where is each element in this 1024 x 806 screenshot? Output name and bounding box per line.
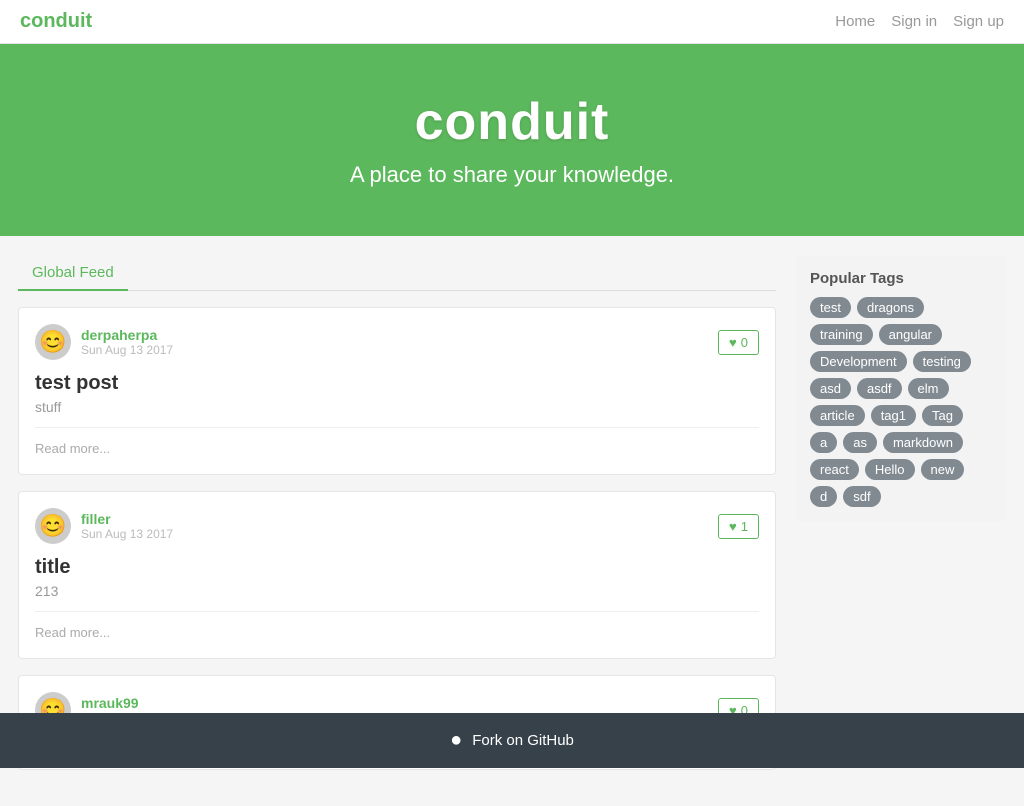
heart-icon: ♥ xyxy=(729,335,737,350)
article-title: test post xyxy=(35,372,759,395)
tag-pill[interactable]: training xyxy=(810,324,873,345)
tag-pill[interactable]: as xyxy=(843,432,877,453)
tag-pill[interactable]: markdown xyxy=(883,432,963,453)
read-more-link[interactable]: Read more... xyxy=(35,441,110,456)
like-button[interactable]: ♥ 1 xyxy=(718,514,759,539)
github-icon: ● xyxy=(450,729,462,752)
article-header: 😊 filler Sun Aug 13 2017 ♥ 1 xyxy=(35,508,759,544)
articles-container: 😊 derpaherpa Sun Aug 13 2017 ♥ 0 test po… xyxy=(18,307,776,770)
sidebar: Popular Tags test dragons training angular D… xyxy=(796,256,1006,786)
tag-pill[interactable]: a xyxy=(810,432,837,453)
avatar: 😊 xyxy=(35,324,71,360)
popular-tags-box: Popular Tags test dragons training angular D… xyxy=(796,256,1006,521)
tag-pill[interactable]: react xyxy=(810,459,859,480)
article-divider xyxy=(35,611,759,612)
tag-pill[interactable]: asd xyxy=(810,378,851,399)
navbar-brand[interactable]: conduit xyxy=(20,10,92,33)
popular-tags-title: Popular Tags xyxy=(810,270,992,287)
like-count: 1 xyxy=(741,519,748,534)
navbar-links: Home Sign in Sign up xyxy=(835,13,1004,31)
article-preview: 213 xyxy=(35,583,759,599)
tag-pill[interactable]: article xyxy=(810,405,865,426)
footer-label[interactable]: Fork on GitHub xyxy=(472,732,574,749)
tag-pill[interactable]: Tag xyxy=(922,405,963,426)
article-author-info: 😊 derpaherpa Sun Aug 13 2017 xyxy=(35,324,173,360)
article-header: 😊 derpaherpa Sun Aug 13 2017 ♥ 0 xyxy=(35,324,759,360)
article-card: 😊 derpaherpa Sun Aug 13 2017 ♥ 0 test po… xyxy=(18,307,776,475)
avatar: 😊 xyxy=(35,508,71,544)
navbar-link-sign-up[interactable]: Sign up xyxy=(953,13,1004,30)
read-more-link[interactable]: Read more... xyxy=(35,625,110,640)
navbar-link-sign-in[interactable]: Sign in xyxy=(891,13,937,30)
author-name[interactable]: mrauk99 xyxy=(81,695,173,711)
tag-pill[interactable]: angular xyxy=(879,324,942,345)
tag-pill[interactable]: test xyxy=(810,297,851,318)
author-name[interactable]: filler xyxy=(81,511,173,527)
article-card: 😊 filler Sun Aug 13 2017 ♥ 1 title 213 R… xyxy=(18,491,776,659)
author-name[interactable]: derpaherpa xyxy=(81,327,173,343)
tag-pill[interactable]: tag1 xyxy=(871,405,916,426)
tag-pill[interactable]: Hello xyxy=(865,459,915,480)
article-divider xyxy=(35,427,759,428)
article-date: Sun Aug 13 2017 xyxy=(81,527,173,541)
tag-pill[interactable]: d xyxy=(810,486,837,507)
navbar-link-home[interactable]: Home xyxy=(835,13,875,30)
tag-pill[interactable]: Development xyxy=(810,351,907,372)
article-preview: stuff xyxy=(35,399,759,415)
like-count: 0 xyxy=(741,335,748,350)
tag-pill[interactable]: sdf xyxy=(843,486,880,507)
hero-subtitle: A place to share your knowledge. xyxy=(20,162,1004,188)
navbar: conduit Home Sign in Sign up xyxy=(0,0,1024,44)
tag-pill[interactable]: dragons xyxy=(857,297,924,318)
article-author-info: 😊 filler Sun Aug 13 2017 xyxy=(35,508,173,544)
hero-banner: conduit A place to share your knowledge. xyxy=(0,44,1024,236)
tags-list: test dragons training angular Development tes… xyxy=(810,297,992,507)
tag-pill[interactable]: asdf xyxy=(857,378,902,399)
article-title: title xyxy=(35,556,759,579)
feed-tabs: Global Feed xyxy=(18,256,776,291)
tab-global-feed[interactable]: Global Feed xyxy=(18,256,128,291)
article-date: Sun Aug 13 2017 xyxy=(81,343,173,357)
feed-section: Global Feed 😊 derpaherpa Sun Aug 13 2017… xyxy=(18,256,776,786)
footer: ● Fork on GitHub xyxy=(0,713,1024,768)
tag-pill[interactable]: elm xyxy=(908,378,949,399)
tag-pill[interactable]: testing xyxy=(913,351,971,372)
heart-icon: ♥ xyxy=(729,519,737,534)
tag-pill[interactable]: new xyxy=(921,459,965,480)
hero-title: conduit xyxy=(20,92,1004,152)
like-button[interactable]: ♥ 0 xyxy=(718,330,759,355)
